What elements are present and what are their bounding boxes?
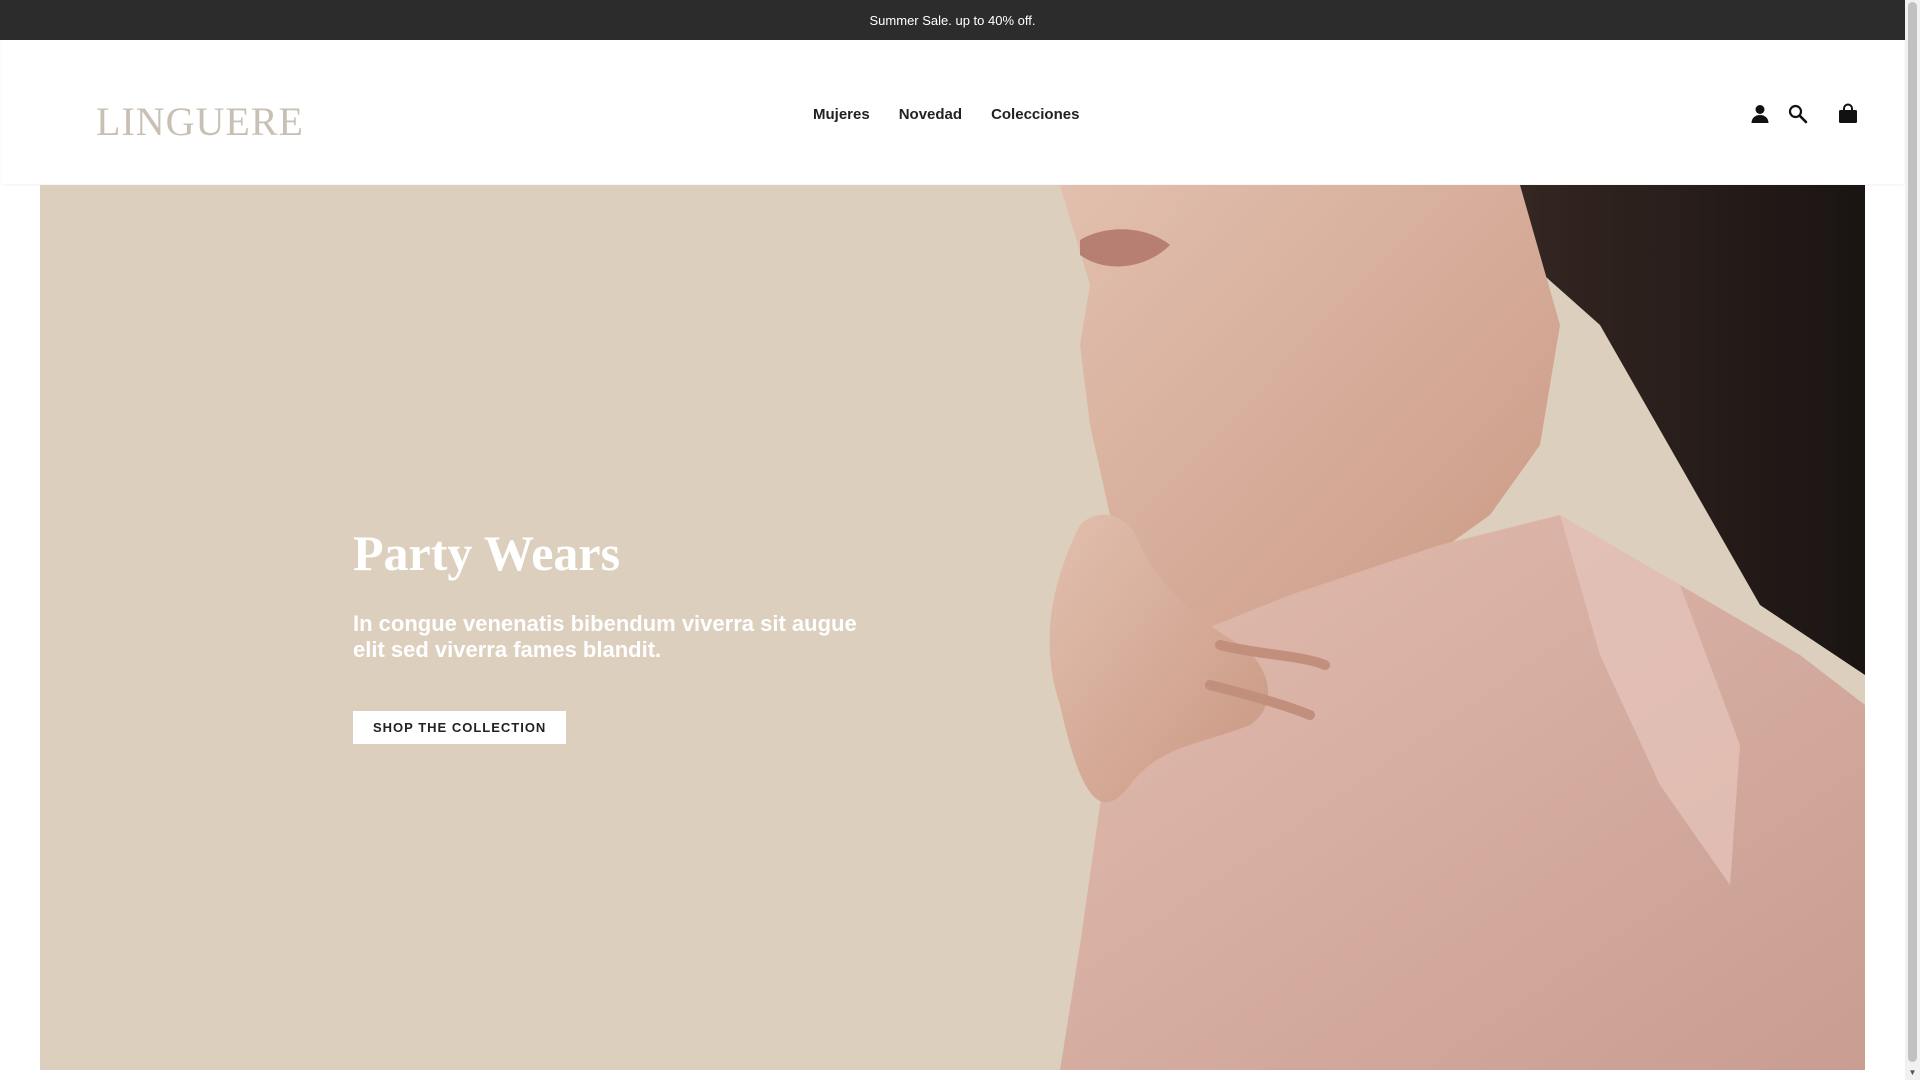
header-icons xyxy=(2,96,1904,132)
hero-content: Party Wears In congue venenatis bibendum… xyxy=(353,523,913,744)
search-icon[interactable] xyxy=(1786,102,1810,126)
announcement-text: Summer Sale. up to 40% off. xyxy=(869,12,1036,28)
hero-banner: Party Wears In congue venenatis bibendum… xyxy=(40,185,1865,1070)
cart-bag-icon[interactable] xyxy=(1836,102,1860,126)
account-icon[interactable] xyxy=(1748,102,1772,126)
site-header: LINGUERE Mujeres Novedad Colecciones xyxy=(2,40,1904,184)
hero-subtitle: In congue venenatis bibendum viverra sit… xyxy=(353,611,857,662)
hero-photo xyxy=(40,185,1865,1070)
announcement-bar: Summer Sale. up to 40% off. xyxy=(0,0,1905,40)
shop-collection-button[interactable]: SHOP THE COLLECTION xyxy=(353,711,567,744)
scrollbar-thumb[interactable] xyxy=(1908,2,1917,1062)
hero-title: Party Wears xyxy=(353,525,621,581)
page-scrollbar[interactable]: ▲ ▼ xyxy=(1905,0,1920,1080)
scroll-down-icon[interactable]: ▼ xyxy=(1905,1065,1920,1080)
